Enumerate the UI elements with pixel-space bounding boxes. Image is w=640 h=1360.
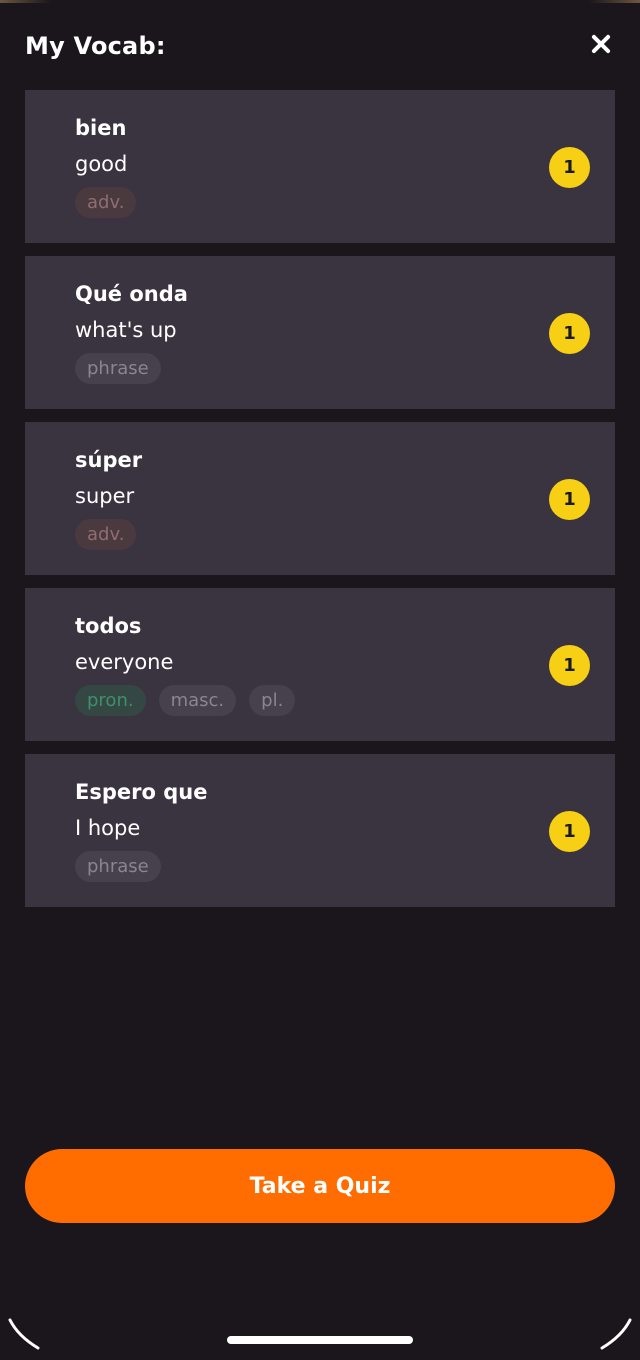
vocab-screen: My Vocab: bien good adv. 1 Qué onda what… [0,0,640,1360]
page-title: My Vocab: [25,32,166,60]
vocab-translation: super [75,484,135,508]
header: My Vocab: [25,30,615,66]
vocab-card[interactable]: Qué onda what's up phrase 1 [25,256,615,409]
count-badge: 1 [549,645,590,686]
vocab-word: súper [75,448,143,472]
tag-badge: adv. [75,187,137,218]
vocab-translation: what's up [75,318,177,342]
screen-corner-left [8,1318,40,1350]
vocab-translation: good [75,152,128,176]
vocab-word: bien [75,116,127,140]
vocab-tags: phrase [75,353,161,384]
tag-badge: adv. [75,519,137,550]
count-badge: 1 [549,147,590,188]
tag-badge: masc. [158,685,237,716]
vocab-word: todos [75,614,142,638]
vocab-card[interactable]: bien good adv. 1 [25,90,615,243]
tag-badge: pron. [75,685,146,716]
count-badge: 1 [549,313,590,354]
top-edge [0,0,640,3]
vocab-list: bien good adv. 1 Qué onda what's up phra… [25,90,615,920]
home-indicator[interactable] [227,1336,413,1344]
vocab-tags: adv. [75,187,137,218]
vocab-translation: I hope [75,816,141,840]
count-badge: 1 [549,479,590,520]
vocab-translation: everyone [75,650,174,674]
vocab-card[interactable]: todos everyone pron. masc. pl. 1 [25,588,615,741]
vocab-word: Espero que [75,780,208,804]
tag-badge: phrase [75,353,161,384]
vocab-tags: phrase [75,851,161,882]
tag-badge: phrase [75,851,161,882]
vocab-word: Qué onda [75,282,188,306]
vocab-tags: pron. masc. pl. [75,685,296,716]
screen-corner-right [600,1318,632,1350]
count-badge: 1 [549,811,590,852]
vocab-tags: adv. [75,519,137,550]
vocab-card[interactable]: súper super adv. 1 [25,422,615,575]
tag-badge: pl. [249,685,296,716]
close-icon[interactable] [587,30,615,58]
take-quiz-button[interactable]: Take a Quiz [25,1149,615,1223]
vocab-card[interactable]: Espero que I hope phrase 1 [25,754,615,907]
